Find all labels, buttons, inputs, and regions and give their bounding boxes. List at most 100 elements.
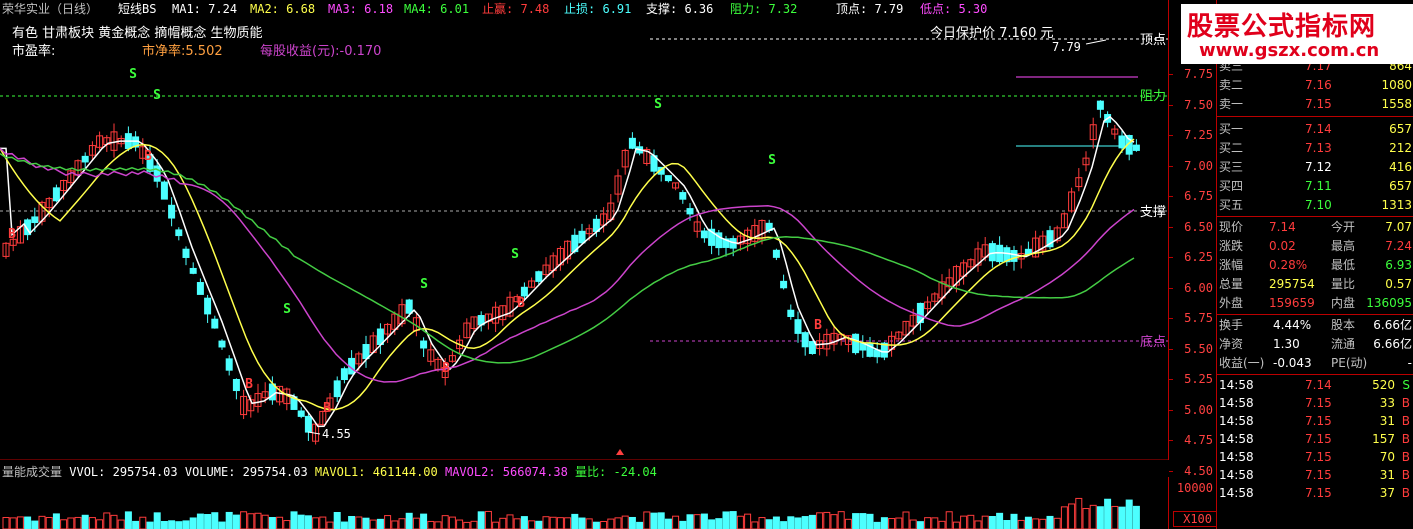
quote-divider [1217, 314, 1413, 315]
volume-bar [492, 521, 500, 529]
ask-row[interactable]: 卖一 7.15 1558 [1217, 95, 1413, 114]
site-watermark: 股票公式指标网 www.gszx.com.cn [1181, 4, 1413, 64]
tick-volume: 31 [1379, 468, 1395, 482]
volume-bar [204, 514, 212, 529]
volume-bar [1104, 498, 1112, 529]
bid-label: 买三 [1219, 160, 1244, 174]
bid-label: 买五 [1219, 198, 1244, 212]
volume-bar [880, 517, 888, 529]
volume-bar [1039, 518, 1047, 529]
volume-bar [398, 518, 406, 529]
volume-bar [758, 517, 766, 529]
candle-body [1096, 100, 1104, 110]
volume-bar [816, 512, 824, 529]
price-tick: 5.00 [1184, 402, 1213, 417]
stat-row: 涨跌 0.02 最高 7.24 [1217, 237, 1413, 256]
price-tick-mark [1169, 409, 1173, 411]
price-tick: 6.25 [1184, 250, 1213, 264]
volume-bar [153, 512, 161, 529]
volume-bar [945, 511, 953, 529]
volume-bar [297, 514, 305, 529]
volume-bar [960, 515, 968, 529]
volume-chart[interactable] [0, 477, 1168, 529]
volume-bar [124, 511, 132, 529]
volume-bar [844, 518, 852, 529]
volume-bar [722, 511, 730, 529]
tick-row[interactable]: 14:58 7.15 157 B [1217, 430, 1413, 448]
volume-bar [333, 511, 341, 529]
candle-body [679, 192, 687, 200]
candle-body [189, 267, 197, 274]
volume-bar [621, 515, 629, 529]
tick-row[interactable]: 14:58 7.14 520 S [1217, 376, 1413, 394]
candle-body [405, 299, 413, 314]
volume-bar [643, 511, 651, 529]
volume-bar [319, 516, 327, 529]
stat-row: 总量 295754 量比 0.57 [1217, 275, 1413, 294]
bid-row[interactable]: 买四 7.11 657 [1217, 177, 1413, 196]
volume-bar [484, 510, 492, 529]
volume-bar [873, 521, 881, 529]
tick-row[interactable]: 14:58 7.15 70 B [1217, 448, 1413, 466]
quote-divider [1217, 116, 1413, 117]
volume-bar [441, 515, 449, 529]
price-tick: 6.75 [1184, 189, 1213, 203]
tick-price: 7.15 [1305, 432, 1332, 446]
bid-row[interactable]: 买一 7.14 657 [1217, 120, 1413, 139]
buy-signal-marker: B [8, 227, 16, 242]
candle-body [232, 378, 240, 392]
tick-row[interactable]: 14:58 7.15 31 B [1217, 466, 1413, 484]
tick-side: B [1401, 486, 1410, 500]
stat-row: 涨幅 0.28% 最低 6.93 [1217, 256, 1413, 275]
ask-row[interactable]: 卖二 7.16 1080 [1217, 76, 1413, 95]
volume-bar [16, 516, 24, 529]
tick-row[interactable]: 14:58 7.15 31 B [1217, 412, 1413, 430]
tick-side: B [1401, 450, 1410, 464]
bid-row[interactable]: 买二 7.13 212 [1217, 139, 1413, 158]
volume-bar [254, 512, 262, 529]
volume-bar [1068, 503, 1076, 529]
candle-body [225, 358, 233, 371]
stat-value: 7.14 [1269, 220, 1296, 234]
volume-bar [67, 517, 75, 529]
volume-bar [384, 515, 392, 529]
volume-bar [715, 518, 723, 529]
tick-row[interactable]: 14:58 7.15 33 B [1217, 394, 1413, 412]
volume-bar [996, 512, 1004, 529]
price-tick-mark [1169, 318, 1173, 319]
bid-row[interactable]: 买三 7.12 416 [1217, 158, 1413, 177]
buy-signal-marker: B [517, 296, 525, 311]
stat-label: 涨跌 [1219, 239, 1244, 253]
volume-bar [160, 521, 168, 529]
bid-label: 买二 [1219, 141, 1244, 155]
volume-bar [924, 517, 932, 529]
volume-bar [1096, 506, 1104, 529]
volume-bar [175, 521, 183, 529]
price-tick-mark [1169, 348, 1173, 350]
volume-bar [556, 517, 564, 529]
volume-bar [866, 513, 874, 529]
watermark-title: 股票公式指标网 [1187, 12, 1377, 42]
volume-bar [520, 516, 528, 529]
volume-bar [1060, 506, 1068, 529]
price-tick-mark [1169, 379, 1173, 380]
stat-value: 159659 [1269, 296, 1315, 310]
buy-signal-marker: B [814, 318, 822, 333]
tick-row[interactable]: 14:58 7.15 37 B [1217, 484, 1413, 502]
sell-signal-marker: S [768, 153, 776, 168]
candlestick-chart[interactable]: S S B B S B B S B S B S S B 顶点阻力支撑底点 7.79 4.55 [0, 0, 1168, 460]
bid-row[interactable]: 买五 7.10 1313 [1217, 196, 1413, 215]
volume-bar [470, 520, 478, 529]
volume-bar [9, 517, 17, 529]
stat-label: 量比 [1331, 277, 1356, 291]
sell-signal-marker: S [153, 88, 161, 103]
volume-bar [506, 514, 514, 529]
price-tick: 5.50 [1184, 341, 1213, 356]
stat-value: 6.93 [1385, 258, 1412, 272]
volume-bar [232, 514, 240, 529]
volume-bar [736, 515, 744, 529]
fund-label: 股本 [1331, 318, 1356, 332]
price-axis: 7.75 7.50 7.25 7.00 6.75 6.50 6.25 6.00 5.75 5.50… [1168, 0, 1217, 478]
price-tick-mark [1169, 135, 1173, 136]
volume-bar [348, 515, 356, 529]
